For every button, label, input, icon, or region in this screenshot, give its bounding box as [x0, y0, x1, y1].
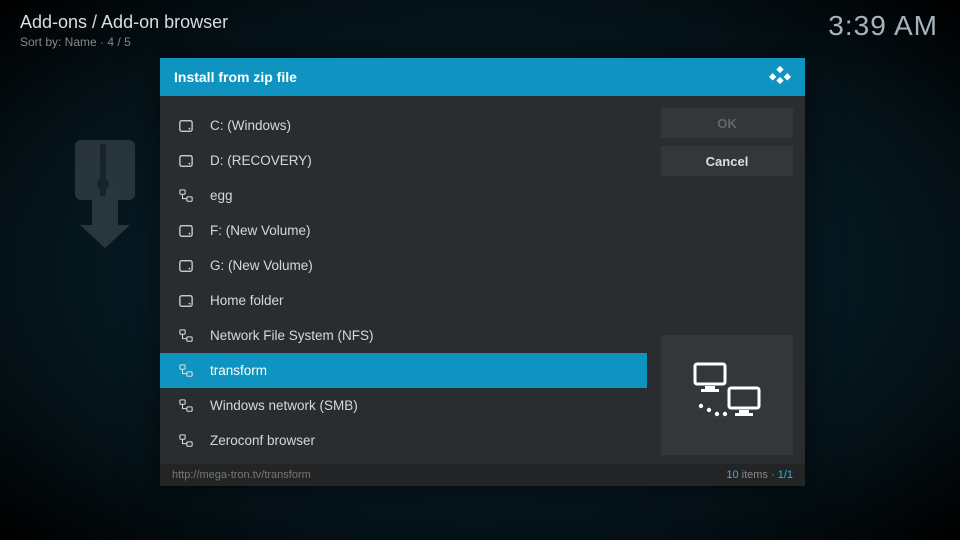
file-item[interactable]: D: (RECOVERY)	[160, 143, 647, 178]
file-item[interactable]: C: (Windows)	[160, 108, 647, 143]
preview-panel	[661, 335, 793, 455]
item-count: 10	[726, 469, 738, 481]
drive-icon	[176, 154, 196, 168]
file-item-label: F: (New Volume)	[210, 223, 311, 238]
dialog-header: Install from zip file	[160, 58, 805, 96]
network-icon	[176, 399, 196, 413]
dialog-body: C: (Windows) D: (RECOVERY) egg F: (New Volu…	[160, 96, 805, 464]
file-item[interactable]: Zeroconf browser	[160, 423, 647, 458]
file-item-label: transform	[210, 363, 267, 378]
sort-label: Sort by: Name	[20, 35, 97, 49]
file-item[interactable]: F: (New Volume)	[160, 213, 647, 248]
network-icon	[176, 434, 196, 448]
file-item-label: Network File System (NFS)	[210, 328, 374, 343]
footer-count: 10 items · 1/1	[726, 469, 793, 481]
file-item-label: G: (New Volume)	[210, 258, 313, 273]
clock: 3:39 AM	[828, 10, 938, 42]
file-item[interactable]: Windows network (SMB)	[160, 388, 647, 423]
file-item-label: Windows network (SMB)	[210, 398, 358, 413]
drive-icon	[176, 119, 196, 133]
kodi-logo-icon	[769, 64, 791, 91]
file-item[interactable]: egg	[160, 178, 647, 213]
cancel-button[interactable]: Cancel	[661, 146, 793, 176]
sort-info: Sort by: Name · 4 / 5	[20, 35, 228, 49]
drive-icon	[176, 224, 196, 238]
side-panel: OK Cancel	[661, 108, 793, 458]
dialog-title: Install from zip file	[174, 69, 297, 85]
network-icon	[176, 189, 196, 203]
network-icon	[176, 364, 196, 378]
footer-path: http://mega-tron.tv/transform	[172, 469, 311, 481]
file-item[interactable]: G: (New Volume)	[160, 248, 647, 283]
dialog-footer: http://mega-tron.tv/transform 10 items ·…	[160, 464, 805, 486]
file-item[interactable]: Home folder	[160, 283, 647, 318]
breadcrumb: Add-ons / Add-on browser	[20, 12, 228, 33]
file-item-label: D: (RECOVERY)	[210, 153, 312, 168]
file-item-label: C: (Windows)	[210, 118, 291, 133]
file-item-label: Zeroconf browser	[210, 433, 315, 448]
install-from-zip-dialog: Install from zip file C: (Windows) D: (RE…	[160, 58, 805, 486]
file-list: C: (Windows) D: (RECOVERY) egg F: (New Volu…	[160, 108, 647, 458]
file-item[interactable]: Network File System (NFS)	[160, 318, 647, 353]
file-item-label: egg	[210, 188, 233, 203]
page-header: Add-ons / Add-on browser Sort by: Name ·…	[20, 12, 228, 49]
network-icon	[176, 329, 196, 343]
page-count: 1/1	[778, 469, 793, 481]
network-computers-icon	[687, 358, 767, 433]
file-item-label: Home folder	[210, 293, 284, 308]
drive-icon	[176, 259, 196, 273]
drive-icon	[176, 294, 196, 308]
page-index: 4 / 5	[107, 35, 130, 49]
item-label: items ·	[739, 469, 778, 481]
file-item[interactable]: transform	[160, 353, 647, 388]
ok-button[interactable]: OK	[661, 108, 793, 138]
background-zip-icon	[70, 140, 160, 255]
